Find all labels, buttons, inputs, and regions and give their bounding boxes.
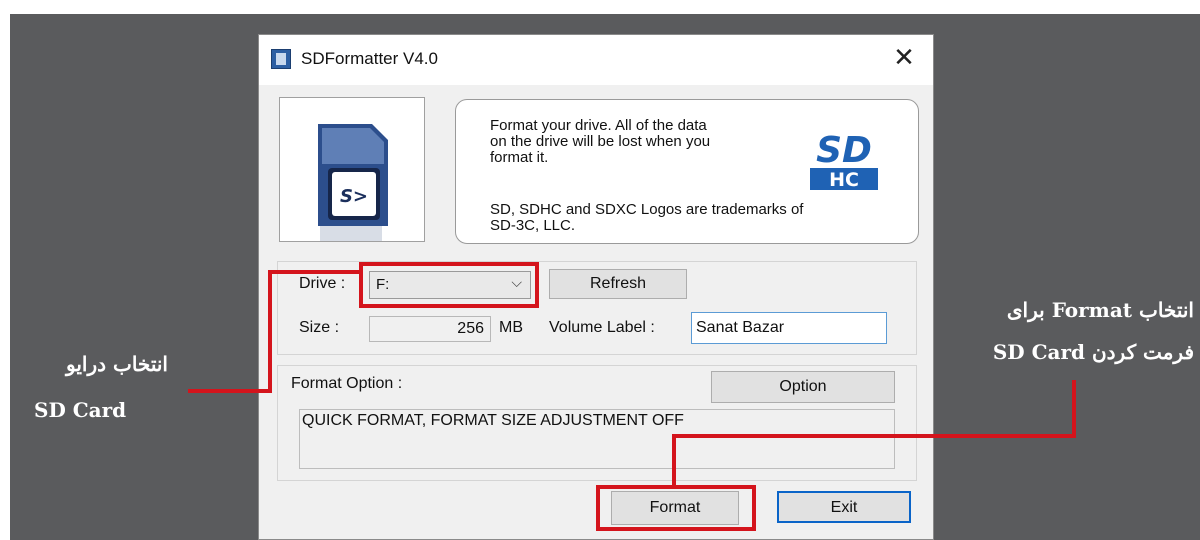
info-text-line: on the drive will be lost when you — [490, 133, 711, 150]
connector-line — [268, 270, 360, 274]
format-option-text: QUICK FORMAT, FORMAT SIZE ADJUSTMENT OFF — [299, 409, 895, 469]
volume-label-input[interactable]: Sanat Bazar — [691, 312, 887, 344]
annotation-left-line2: SD Card — [34, 398, 127, 422]
info-text-line: Format your drive. All of the data — [490, 117, 707, 134]
info-panel: Format your drive. All of the data on th… — [455, 99, 919, 244]
svg-text:SD: SD — [816, 130, 872, 171]
volume-label-value: Sanat Bazar — [696, 319, 785, 336]
format-highlight-box — [596, 485, 756, 531]
annotation-right-line1: انتخاب Format برای — [1006, 298, 1194, 322]
sdhc-logo: SD HC — [810, 130, 878, 191]
size-label: Size : — [299, 319, 340, 336]
trademark-text-line: SD-3C, LLC. — [490, 217, 576, 234]
annotation-left-line1: انتخاب درایو — [66, 352, 168, 376]
exit-button[interactable]: Exit — [777, 491, 911, 523]
connector-line — [1072, 380, 1076, 438]
sd-card-image: S> — [279, 97, 425, 242]
size-value: 256 — [457, 320, 484, 337]
option-button[interactable]: Option — [711, 371, 895, 403]
app-icon — [271, 49, 291, 69]
svg-text:HC: HC — [829, 169, 859, 191]
volume-label-caption: Volume Label : — [549, 319, 655, 336]
connector-line — [672, 434, 1076, 438]
annotation-right-line2: فرمت کردن SD Card — [992, 340, 1194, 364]
close-button[interactable]: ✕ — [889, 43, 919, 73]
format-option-label: Format Option : — [291, 375, 403, 392]
drive-highlight-box — [359, 262, 539, 308]
drive-label: Drive : — [299, 275, 346, 292]
info-text-line: format it. — [490, 149, 549, 166]
connector-line — [188, 389, 272, 393]
svg-text:S>: S> — [340, 186, 368, 207]
connector-line — [268, 270, 272, 393]
title-bar: SDFormatter V4.0 ✕ — [259, 35, 933, 85]
refresh-button[interactable]: Refresh — [549, 269, 687, 299]
format-option-value: QUICK FORMAT, FORMAT SIZE ADJUSTMENT OFF — [302, 412, 684, 429]
connector-line — [672, 434, 676, 486]
window-title: SDFormatter V4.0 — [301, 49, 438, 68]
size-field: 256 — [369, 316, 491, 342]
trademark-text-line: SD, SDHC and SDXC Logos are trademarks o… — [490, 201, 804, 218]
size-unit: MB — [499, 319, 523, 336]
sd-card-icon: S> — [318, 124, 388, 241]
